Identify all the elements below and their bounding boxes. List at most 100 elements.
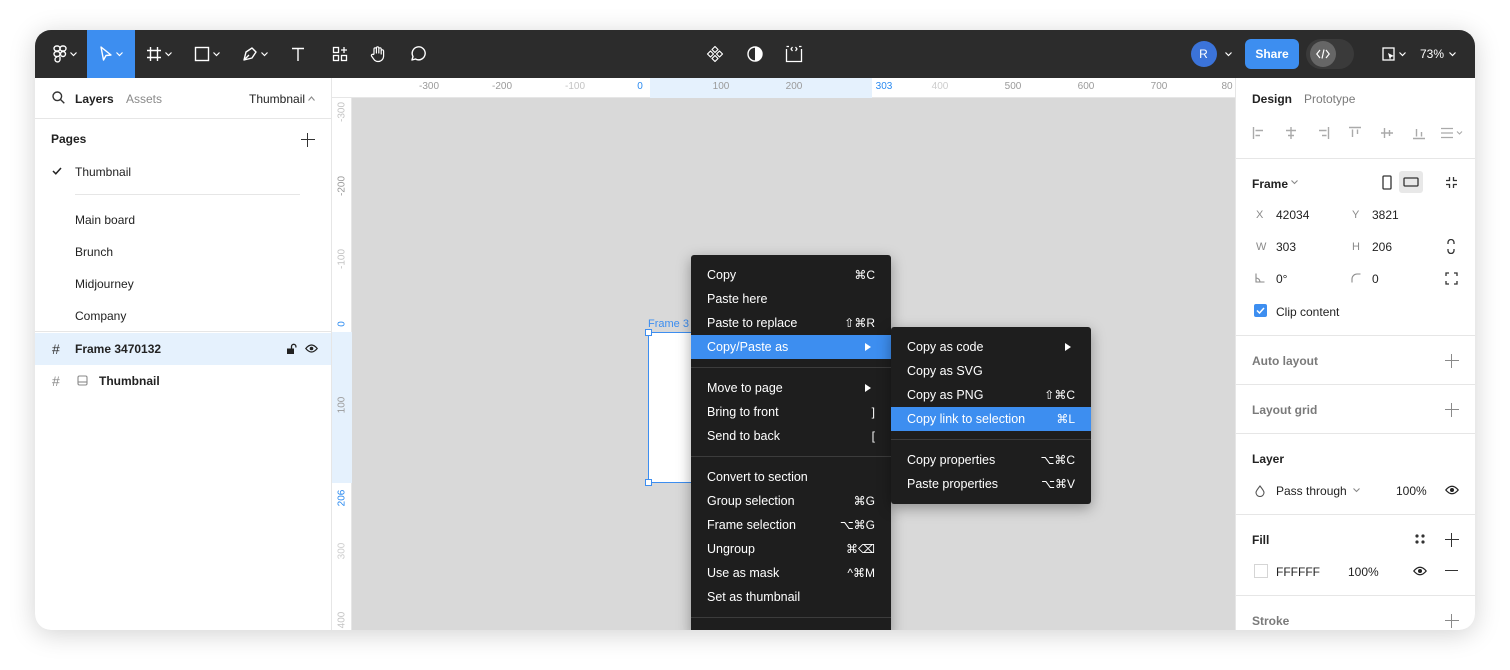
avatar[interactable]: R [1190, 41, 1217, 67]
align-vertical-center-icon[interactable] [1380, 126, 1394, 140]
align-left-icon[interactable] [1252, 126, 1266, 140]
page-item-main-board[interactable]: Main board [75, 213, 135, 227]
menu-item-move-to-page[interactable]: Move to page [691, 376, 891, 400]
page-item-midjourney[interactable]: Midjourney [75, 277, 134, 291]
layer-opacity-input[interactable]: 100% [1396, 484, 1427, 498]
add-auto-layout-icon[interactable] [1445, 354, 1459, 368]
blend-mode-select[interactable]: Pass through [1276, 484, 1347, 498]
menu-item-frame-selection[interactable]: Frame selection ⌥⌘G [691, 513, 891, 537]
eye-icon[interactable] [1413, 566, 1427, 576]
menu-item-copy-as-png[interactable]: Copy as PNG ⇧⌘C [891, 383, 1091, 407]
menu-item-group-selection[interactable]: Group selection ⌘G [691, 489, 891, 513]
resize-handle-top-left[interactable] [645, 329, 652, 336]
tab-assets[interactable]: Assets [126, 92, 162, 106]
rotation-input[interactable]: 0° [1276, 272, 1287, 286]
corner-radius-input[interactable]: 0 [1372, 272, 1379, 286]
fill-opacity-input[interactable]: 100% [1348, 565, 1379, 579]
text-tool-button[interactable] [285, 30, 311, 78]
components-button[interactable] [702, 30, 728, 78]
menu-item-copy[interactable]: Copy ⌘C [691, 263, 891, 287]
x-input[interactable]: 42034 [1276, 208, 1309, 222]
contrast-button[interactable] [742, 30, 768, 78]
distribute-icon[interactable] [1440, 126, 1464, 140]
menu-shortcut: ⇧⌘R [844, 316, 875, 330]
menu-item-convert-to-section[interactable]: Convert to section [691, 465, 891, 489]
eye-icon[interactable] [305, 344, 318, 353]
h-label: H [1352, 241, 1360, 253]
stroke-section-title: Stroke [1252, 614, 1290, 628]
resize-handle-bottom-left[interactable] [645, 479, 652, 486]
pen-tool-button[interactable] [235, 30, 275, 78]
align-bottom-icon[interactable] [1412, 126, 1426, 140]
resources-button[interactable] [327, 30, 353, 78]
menu-item-bring-to-front[interactable]: Bring to front] [691, 400, 891, 424]
left-panel-tabs: Layers Assets Thumbnail [35, 78, 331, 119]
zoom-menu[interactable]: 73% [1420, 30, 1456, 78]
height-input[interactable]: 206 [1372, 240, 1392, 254]
frame-label[interactable]: Frame 3 [648, 318, 689, 330]
present-button[interactable] [1377, 30, 1411, 78]
menu-item-copy-paste-as[interactable]: Copy/Paste as [691, 335, 891, 359]
dev-layout-button[interactable] [781, 30, 807, 78]
fill-hex-input[interactable]: FFFFFF [1276, 565, 1320, 579]
add-page-icon[interactable] [301, 133, 315, 147]
landscape-toggle[interactable] [1399, 171, 1423, 193]
page-item-company[interactable]: Company [75, 309, 126, 323]
chevron-down-icon [1291, 180, 1298, 185]
menu-item-ungroup[interactable]: Ungroup ⌘⌫ [691, 537, 891, 561]
menu-item-copy-as-code[interactable]: Copy as code [891, 335, 1091, 359]
constrain-proportions-icon[interactable] [1446, 239, 1456, 254]
tab-layers[interactable]: Layers [75, 92, 114, 106]
menu-item-paste-properties[interactable]: Paste properties ⌥⌘V [891, 472, 1091, 496]
share-button[interactable]: Share [1245, 39, 1299, 69]
align-top-icon[interactable] [1348, 126, 1362, 140]
shape-tool-button[interactable] [187, 30, 227, 78]
menu-item-use-as-mask[interactable]: Use as mask ^⌘M [691, 561, 891, 585]
menu-shortcut: [ [871, 429, 875, 443]
page-selector[interactable]: Thumbnail [249, 92, 305, 106]
menu-shortcut: ⌘G [853, 494, 875, 508]
menu-item-send-to-back[interactable]: Send to back [ [691, 424, 891, 448]
align-horizontal-center-icon[interactable] [1284, 126, 1298, 140]
main-menu-button[interactable] [43, 30, 87, 78]
remove-fill-icon[interactable] [1445, 570, 1458, 572]
menu-item-paste-here[interactable]: Paste here [691, 287, 891, 311]
y-input[interactable]: 3821 [1372, 208, 1399, 222]
unlock-icon[interactable] [286, 343, 297, 355]
menu-item-paste-to-replace[interactable]: Paste to replace ⇧⌘R [691, 311, 891, 335]
menu-item-copy-as-svg[interactable]: Copy as SVG [891, 359, 1091, 383]
frame-tool-button[interactable] [139, 30, 179, 78]
comment-tool-button[interactable] [405, 30, 431, 78]
chevron-down-icon [165, 51, 172, 56]
dev-mode-toggle[interactable] [1306, 39, 1354, 69]
menu-item-label: Paste properties [907, 477, 999, 491]
clip-content-checkbox[interactable] [1254, 304, 1267, 317]
resize-to-fit-icon[interactable] [1445, 176, 1458, 189]
menu-item-set-as-thumbnail[interactable]: Set as thumbnail [691, 585, 891, 609]
add-fill-icon[interactable] [1445, 533, 1459, 547]
portrait-icon[interactable] [1382, 175, 1392, 190]
menu-item-copy-link-to-selection[interactable]: Copy link to selection ⌘L [891, 407, 1091, 431]
move-tool-button[interactable] [87, 30, 135, 78]
layer-row-frame[interactable]: # Frame 3470132 [35, 333, 331, 365]
add-stroke-icon[interactable] [1445, 614, 1459, 628]
page-item-thumbnail[interactable]: Thumbnail [75, 165, 131, 179]
align-right-icon[interactable] [1316, 126, 1330, 140]
multiplayer-avatars[interactable]: R [1187, 30, 1235, 78]
page-item-brunch[interactable]: Brunch [75, 245, 113, 259]
menu-item-copy-properties[interactable]: Copy properties ⌥⌘C [891, 448, 1091, 472]
add-layout-grid-icon[interactable] [1445, 403, 1459, 417]
frame-section-title[interactable]: Frame [1252, 177, 1288, 191]
hand-tool-button[interactable] [365, 30, 391, 78]
independent-corners-icon[interactable] [1445, 272, 1458, 285]
width-input[interactable]: 303 [1276, 240, 1296, 254]
tab-design[interactable]: Design [1252, 92, 1292, 106]
tab-prototype[interactable]: Prototype [1304, 92, 1355, 106]
fill-color-swatch[interactable] [1254, 564, 1268, 578]
eye-icon[interactable] [1445, 485, 1459, 495]
layer-row-thumbnail[interactable]: # Thumbnail [35, 365, 331, 397]
section-divider [1236, 595, 1475, 596]
styles-grid-icon[interactable] [1414, 533, 1426, 545]
search-icon[interactable] [52, 91, 65, 104]
menu-shortcut: ^⌘M [847, 566, 875, 580]
